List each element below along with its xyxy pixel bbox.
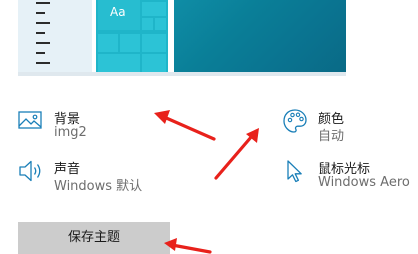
preview-taskbar <box>18 72 346 76</box>
arrow-head-color <box>246 128 259 143</box>
preview-start-menu <box>18 0 92 72</box>
preview-wallpaper <box>174 0 346 72</box>
sound-setting[interactable]: 声音 Windows 默认 <box>18 158 158 194</box>
sound-value: Windows 默认 <box>54 179 143 194</box>
image-icon <box>18 108 42 136</box>
preview-tile-aa: Aa <box>98 0 140 30</box>
color-setting[interactable]: 颜色 自动 <box>282 108 392 144</box>
preview-tiles: Aa <box>96 0 168 72</box>
theme-preview: Aa <box>18 0 346 76</box>
cursor-icon <box>282 158 308 188</box>
speaker-icon <box>18 158 44 188</box>
save-theme-button[interactable]: 保存主题 <box>18 222 170 254</box>
background-value: img2 <box>54 125 87 140</box>
background-setting[interactable]: 背景 img2 <box>18 108 148 144</box>
cursor-value: Windows Aero <box>318 175 410 190</box>
color-value: 自动 <box>318 129 345 144</box>
palette-icon <box>282 108 308 138</box>
arrow-head-background <box>154 110 170 124</box>
mouse-cursor-setting[interactable]: 鼠标光标 Windows Aero <box>282 158 416 194</box>
